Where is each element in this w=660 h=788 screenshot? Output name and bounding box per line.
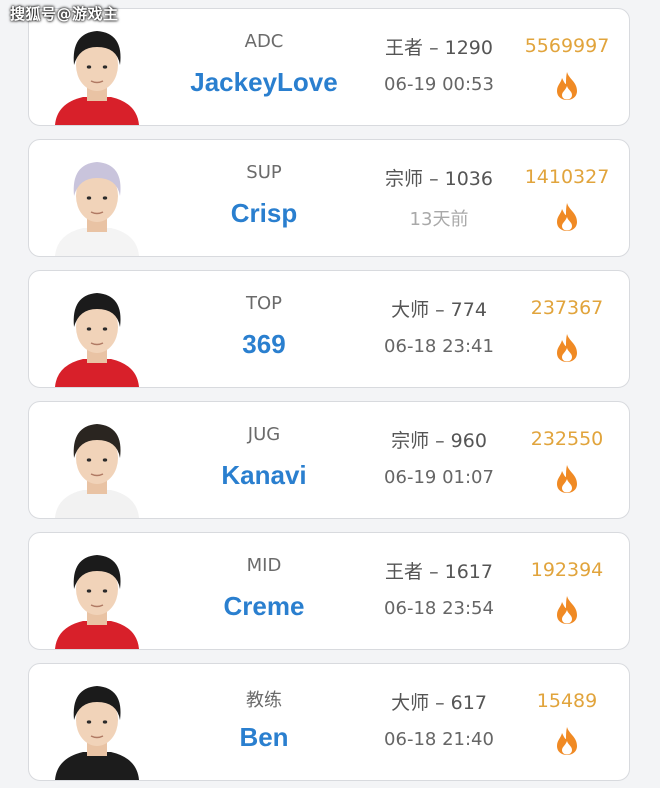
player-avatar [47,17,147,125]
hot-score: 15489 [536,690,598,712]
player-role: MID [246,555,282,576]
player-last-active: 06-19 00:53 [384,74,494,95]
flame-icon [554,71,580,101]
player-card[interactable]: SUP Crisp 宗师 – 1036 13天前 1410327 [28,139,630,257]
player-avatar [47,148,147,256]
player-rank: 宗师 – 1036 [385,168,493,190]
flame-icon [554,464,580,494]
player-name[interactable]: 369 [159,329,369,360]
player-card[interactable]: JUG Kanavi 宗师 – 960 06-19 01:07 232550 [28,401,630,519]
player-last-active: 06-18 23:41 [384,336,494,357]
player-list: ADC JackeyLove 王者 – 1290 06-19 00:53 556… [0,0,660,788]
player-name[interactable]: JackeyLove [159,67,369,98]
player-rank: 大师 – 617 [391,692,487,714]
flame-icon [554,595,580,625]
player-last-active: 06-19 01:07 [384,467,494,488]
player-card[interactable]: TOP 369 大师 – 774 06-18 23:41 237367 [28,270,630,388]
player-last-active: 13天前 [409,209,469,230]
player-rank: 大师 – 774 [391,299,487,321]
player-role: 教练 [246,690,282,711]
player-card[interactable]: 教练 Ben 大师 – 617 06-18 21:40 15489 [28,663,630,781]
player-avatar [47,672,147,780]
player-name[interactable]: Ben [159,722,369,753]
player-name[interactable]: Crisp [159,198,369,229]
player-avatar [47,279,147,387]
hot-score: 232550 [530,428,604,450]
player-role: SUP [246,162,282,183]
player-role: TOP [245,293,283,314]
hot-score: 5569997 [524,35,610,57]
flame-icon [554,726,580,756]
hot-score: 192394 [530,559,604,581]
player-avatar [47,541,147,649]
player-last-active: 06-18 21:40 [384,729,494,750]
hot-score: 1410327 [524,166,610,188]
player-card[interactable]: ADC JackeyLove 王者 – 1290 06-19 00:53 556… [28,8,630,126]
player-role: ADC [244,31,284,52]
player-card[interactable]: MID Creme 王者 – 1617 06-18 23:54 192394 [28,532,630,650]
player-avatar [47,410,147,518]
player-last-active: 06-18 23:54 [384,598,494,619]
player-role: JUG [247,424,281,445]
hot-score: 237367 [530,297,604,319]
player-rank: 宗师 – 960 [391,430,487,452]
flame-icon [554,202,580,232]
player-rank: 王者 – 1617 [385,561,493,583]
flame-icon [554,333,580,363]
player-name[interactable]: Creme [159,591,369,622]
player-rank: 王者 – 1290 [385,37,493,59]
watermark: 搜狐号@游戏主 [10,5,119,23]
player-name[interactable]: Kanavi [159,460,369,491]
